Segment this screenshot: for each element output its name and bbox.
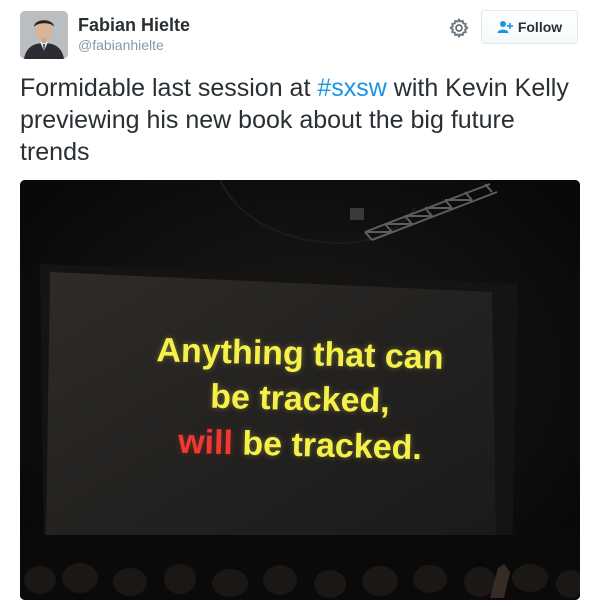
author-handle[interactable]: @fabianhielte (78, 36, 190, 54)
slide-text-red-word: will (177, 422, 234, 463)
tweet: Fabian Hielte @fabianhielte Follow Formi… (0, 0, 606, 606)
tweet-text: Formidable last session at #sxsw with Ke… (20, 72, 580, 168)
hashtag-link[interactable]: #sxsw (317, 74, 386, 102)
gear-icon (449, 18, 469, 38)
follow-button[interactable]: Follow (481, 10, 578, 44)
tweet-text-part: Formidable last session at (20, 74, 318, 102)
slide-text-line3-rest: be tracked. (232, 424, 423, 468)
author-info: Fabian Hielte @fabianhielte (78, 14, 190, 54)
tweet-photo[interactable]: Anything that can be tracked, will be tr… (20, 180, 580, 600)
add-user-icon (497, 20, 513, 34)
user-avatar-icon (20, 11, 68, 59)
author-avatar[interactable] (20, 11, 68, 59)
author-display-name[interactable]: Fabian Hielte (78, 14, 190, 36)
settings-gear-button[interactable] (448, 17, 470, 39)
follow-label: Follow (517, 19, 563, 35)
